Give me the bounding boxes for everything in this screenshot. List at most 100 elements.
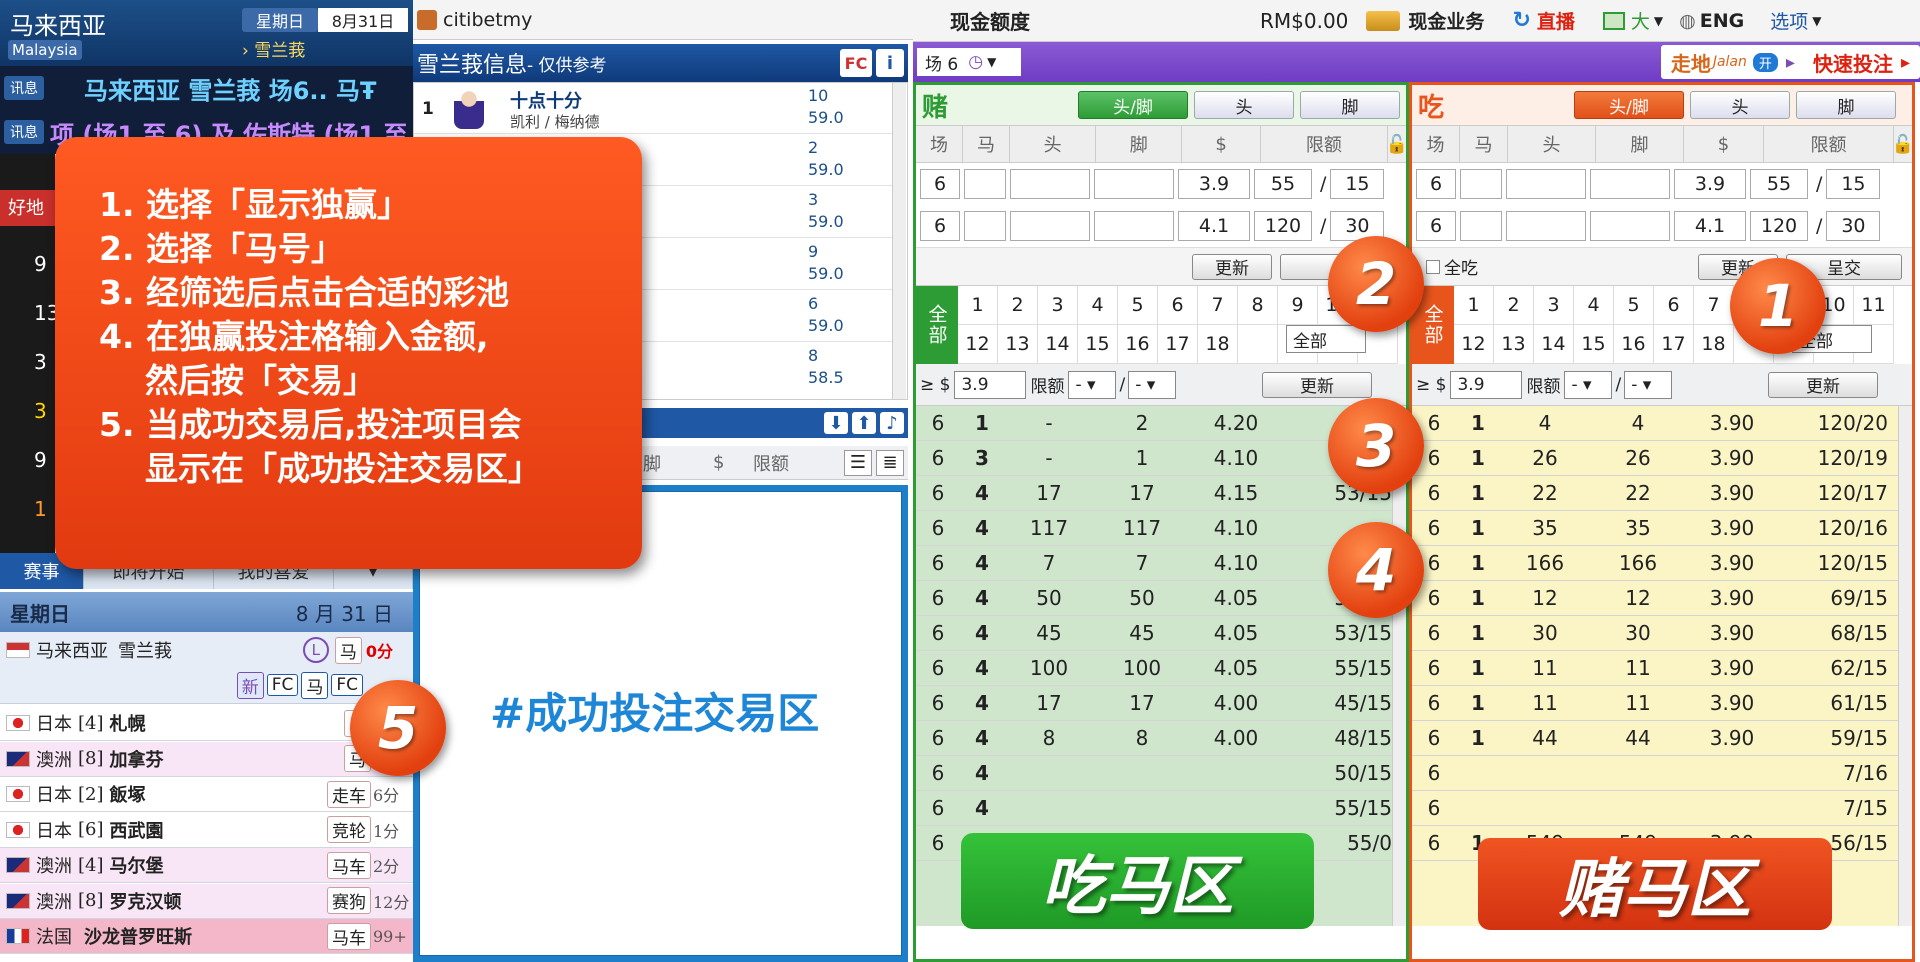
quick-bet-link[interactable]: 快速投注	[1813, 48, 1893, 77]
horse-number[interactable]: 5	[1118, 286, 1158, 325]
offer-row[interactable]: 6 4 45 45 4.05 53/15	[916, 616, 1406, 651]
limit2-field[interactable]: 15	[1330, 169, 1385, 199]
runner-no[interactable]: 2	[794, 137, 889, 159]
head-field[interactable]	[1506, 211, 1586, 241]
list-view-icon[interactable]: ☰	[844, 449, 872, 476]
venue-link[interactable]: › 雪兰莪	[242, 36, 305, 61]
limit-select-1[interactable]: - ▾	[1068, 370, 1117, 399]
cash-business-link[interactable]: 现金业务	[1408, 7, 1484, 34]
limit-select-2[interactable]: - ▾	[1128, 370, 1177, 399]
horse-number[interactable]: 11	[1854, 286, 1894, 325]
runner-no[interactable]: 10	[794, 85, 889, 107]
horse-number[interactable]: 15	[1078, 325, 1118, 364]
arrow-down-icon[interactable]: ⬇	[824, 412, 848, 434]
lock-icon[interactable]: 🔓	[1386, 126, 1408, 162]
foot-field[interactable]	[1590, 211, 1670, 241]
horse-number[interactable]: 16	[1614, 325, 1654, 364]
runner-no[interactable]: 3	[794, 189, 889, 211]
btn-head[interactable]: 头	[1194, 91, 1294, 119]
refresh-icon[interactable]: ↻	[1512, 8, 1530, 33]
runner-no[interactable]: 8	[794, 345, 889, 367]
horse-number[interactable]: 15	[1574, 325, 1614, 364]
offer-row[interactable]: 6 4 8 8 4.00 48/15	[916, 721, 1406, 756]
head-field[interactable]	[1506, 169, 1586, 199]
limit-select-1[interactable]: - ▾	[1564, 370, 1613, 399]
offer-row[interactable]: 6 7/16	[1412, 756, 1912, 791]
arrow-up-icon[interactable]: ⬆	[852, 412, 876, 434]
min-price-select[interactable]: 3.9	[1450, 370, 1523, 399]
price-field[interactable]: 4.1	[1674, 211, 1746, 241]
horse-number[interactable]: 4	[1078, 286, 1118, 325]
info-icon[interactable]: i	[876, 49, 904, 77]
btn-foot[interactable]: 脚	[1796, 91, 1896, 119]
horse-number[interactable]: 3	[1038, 286, 1078, 325]
offer-row[interactable]: 6 4 100 100 4.05 55/15	[916, 651, 1406, 686]
offer-row[interactable]: 6 1 11 11 3.90 61/15	[1412, 686, 1912, 721]
price-field[interactable]: 4.1	[1178, 211, 1250, 241]
offer-row[interactable]: 6 1 22 22 3.90 120/17	[1412, 476, 1912, 511]
horse-number[interactable]: 6	[1654, 286, 1694, 325]
walk-toggle[interactable]: 走地 Jalan 开 ▸ 快速投注 ▸	[1660, 45, 1920, 79]
race-select[interactable]: 场 6 ◷ ▼	[917, 48, 1021, 76]
runner-no[interactable]: 6	[794, 293, 889, 315]
all-select[interactable]: 全部	[1286, 325, 1366, 353]
horse-number[interactable]: 17	[1158, 325, 1198, 364]
offer-row[interactable]: 6 4 55/15	[916, 791, 1406, 826]
live-link[interactable]: 直播	[1537, 7, 1575, 34]
horse-number[interactable]: 14	[1534, 325, 1574, 364]
race-row[interactable]: 澳洲 [8] 罗克汉顿 赛狗 12分	[0, 883, 413, 919]
horse-number[interactable]: 18	[1198, 325, 1238, 364]
horse-number[interactable]: 3	[1534, 286, 1574, 325]
price-field[interactable]: 3.9	[1674, 169, 1746, 199]
price-field[interactable]: 3.9	[1178, 169, 1250, 199]
race-row[interactable]: 澳洲 [8] 加拿芬马	[0, 741, 413, 777]
live-l-icon[interactable]: L	[302, 637, 329, 663]
horse-number[interactable]: 5	[1614, 286, 1654, 325]
badge-fc[interactable]: FC	[266, 674, 299, 696]
runner-no[interactable]: 9	[794, 241, 889, 263]
featured-meeting[interactable]: 马来西亚 雪兰莪 L 马 0分 新 FC 马 FC	[0, 632, 413, 704]
all-horses-button[interactable]: 全部	[916, 286, 958, 364]
language-link[interactable]: ENG	[1700, 10, 1744, 32]
race-field[interactable]: 6	[920, 169, 960, 199]
btn-head-foot[interactable]: 头/脚	[1574, 91, 1684, 119]
horse-number[interactable]: 18	[1694, 325, 1734, 364]
offer-row[interactable]: 6 1 35 35 3.90 120/16	[1412, 511, 1912, 546]
race-field[interactable]: 6	[1416, 211, 1456, 241]
head-field[interactable]	[1010, 211, 1090, 241]
limit-select-2[interactable]: - ▾	[1624, 370, 1673, 399]
limit-field[interactable]: 55	[1254, 169, 1312, 199]
horse-number[interactable]: 1	[1454, 286, 1494, 325]
offer-row[interactable]: 6 1 4 4 3.90 120/20	[1412, 406, 1912, 441]
horse-number[interactable]: 16	[1118, 325, 1158, 364]
horse-number[interactable]: 2	[998, 286, 1038, 325]
horse-number[interactable]: 13	[1494, 325, 1534, 364]
offer-row[interactable]: 6 4 117 117 4.10	[916, 511, 1406, 546]
horse-number[interactable]: 14	[1038, 325, 1078, 364]
offer-row[interactable]: 6 1 166 166 3.90 120/15	[1412, 546, 1912, 581]
limit2-field[interactable]: 15	[1826, 169, 1881, 199]
horse-number[interactable]: 4	[1574, 286, 1614, 325]
race-field[interactable]: 6	[920, 211, 960, 241]
horse-number[interactable]: 8	[1238, 286, 1278, 325]
walk-switch[interactable]: 开	[1752, 52, 1778, 72]
horse-number[interactable]: 2	[1494, 286, 1534, 325]
update-button[interactable]: 更新	[1192, 253, 1272, 280]
horse-number[interactable]: 17	[1654, 325, 1694, 364]
btn-head[interactable]: 头	[1690, 91, 1790, 119]
limit-field[interactable]: 120	[1254, 211, 1312, 241]
btn-foot[interactable]: 脚	[1300, 91, 1400, 119]
offer-row[interactable]: 6 1 12 12 3.90 69/15	[1412, 581, 1912, 616]
offer-row[interactable]: 6 4 17 17 4.15 53/15	[916, 476, 1406, 511]
race-field[interactable]: 6	[1416, 169, 1456, 199]
offer-row[interactable]: 6 1 44 44 3.90 59/15	[1412, 721, 1912, 756]
horse-number[interactable]: 6	[1158, 286, 1198, 325]
limit2-field[interactable]: 30	[1826, 211, 1881, 241]
horse-field[interactable]	[1460, 211, 1502, 241]
offers-scrollbar[interactable]	[1898, 406, 1912, 926]
horse-number[interactable]: 12	[958, 325, 998, 364]
lock-icon[interactable]: 🔓	[1892, 126, 1914, 162]
horse-number[interactable]: 7	[1694, 286, 1734, 325]
limit-field[interactable]: 120	[1750, 211, 1808, 241]
runner-scrollbar[interactable]	[892, 83, 906, 399]
